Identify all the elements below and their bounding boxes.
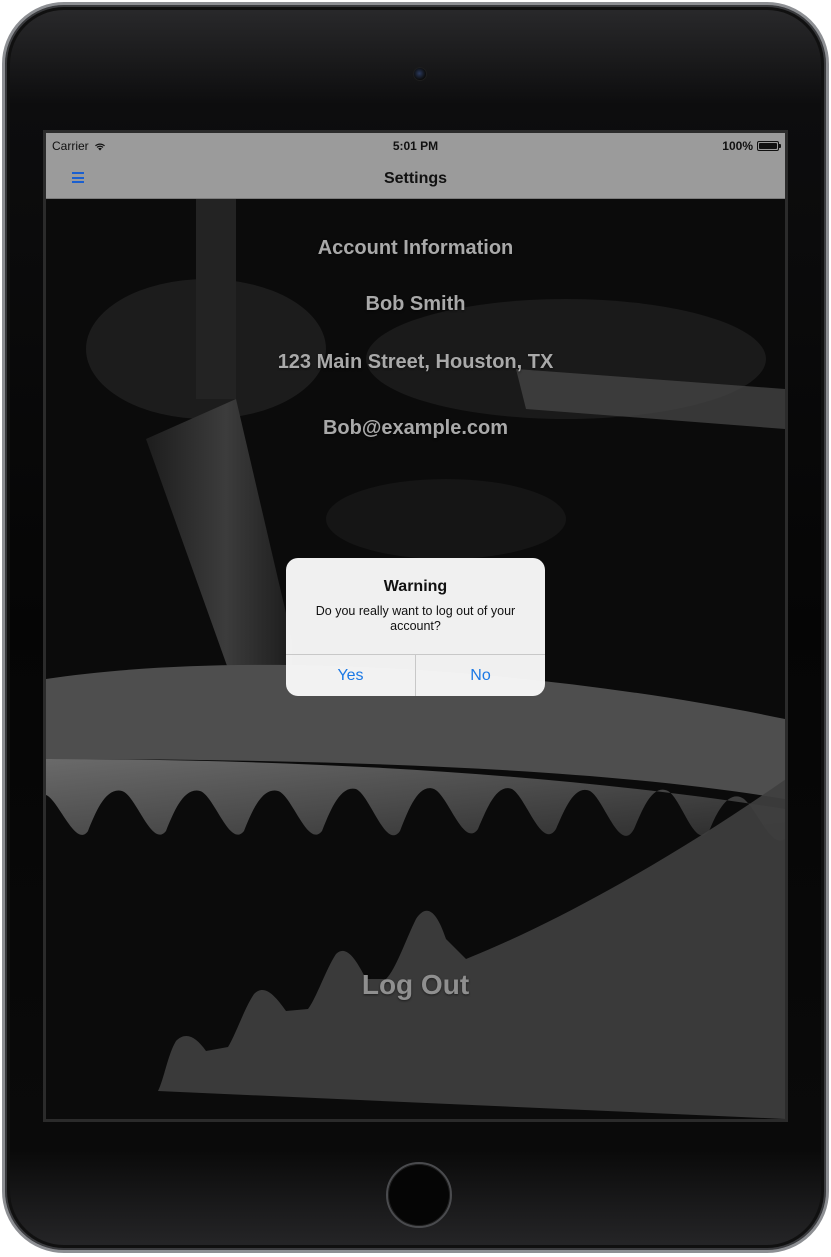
- warning-alert-dialog: Warning Do you really want to log out of…: [286, 558, 545, 696]
- page-title: Settings: [383, 170, 448, 187]
- battery-level-fill: [759, 143, 777, 149]
- no-button[interactable]: No: [415, 655, 545, 696]
- account-address: 123 Main Street, Houston, TX: [277, 351, 554, 373]
- alert-message: Do you really want to log out of your ac…: [315, 604, 516, 633]
- account-name: Bob Smith: [365, 293, 466, 315]
- alert-title: Warning: [383, 578, 448, 595]
- status-time: 5:01 PM: [392, 139, 439, 153]
- home-button[interactable]: [386, 1162, 452, 1228]
- log-out-button[interactable]: Log Out: [46, 969, 785, 1001]
- account-information-heading: Account Information: [317, 237, 514, 259]
- alert-button-row: Yes No: [286, 654, 545, 696]
- battery-icon: [757, 141, 781, 151]
- app-screen: Carrier 5:01 PM 100% Settings Account In…: [43, 130, 788, 1122]
- yes-button[interactable]: Yes: [286, 655, 415, 696]
- status-bar: Carrier 5:01 PM 100%: [46, 133, 785, 159]
- navigation-bar: Settings: [46, 159, 785, 199]
- front-camera: [413, 67, 427, 81]
- account-email: Bob@example.com: [322, 417, 509, 439]
